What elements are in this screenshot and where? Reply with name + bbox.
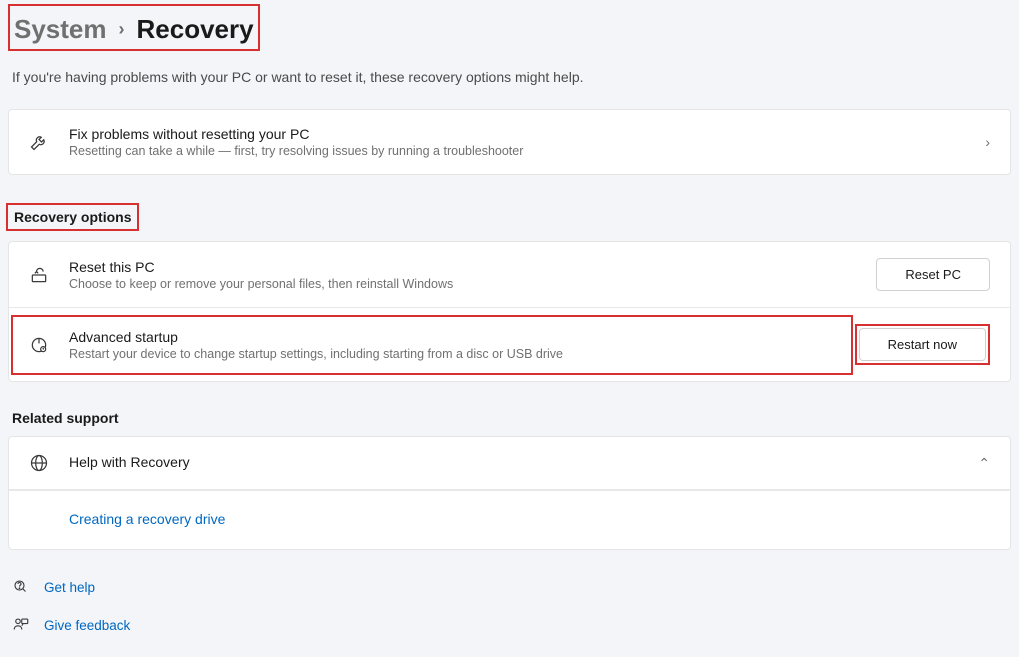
page-description: If you're having problems with your PC o…: [12, 69, 1007, 85]
help-recovery-row[interactable]: Help with Recovery ⌃: [9, 437, 1010, 490]
reset-pc-sub: Choose to keep or remove your personal f…: [69, 277, 856, 291]
feedback-icon: [12, 616, 30, 634]
globe-icon: [29, 453, 49, 473]
get-help-row: Get help: [8, 568, 1011, 606]
creating-recovery-drive-link[interactable]: Creating a recovery drive: [69, 511, 225, 527]
chevron-right-icon: ›: [119, 19, 125, 40]
help-recovery-title: Help with Recovery: [69, 454, 958, 470]
advanced-startup-sub: Restart your device to change startup se…: [69, 347, 835, 361]
help-icon: [12, 578, 30, 596]
related-support-header: Related support: [12, 410, 1007, 426]
give-feedback-link[interactable]: Give feedback: [44, 618, 130, 633]
troubleshooter-card[interactable]: Fix problems without resetting your PC R…: [8, 109, 1011, 175]
help-recovery-body: Creating a recovery drive: [9, 490, 1010, 549]
give-feedback-row: Give feedback: [8, 606, 1011, 644]
chevron-right-icon: ›: [985, 134, 990, 150]
troubleshooter-sub: Resetting can take a while — first, try …: [69, 144, 965, 158]
help-recovery-group: Help with Recovery ⌃ Creating a recovery…: [8, 436, 1011, 550]
reset-icon: [29, 265, 49, 285]
recovery-options-header: Recovery options: [6, 203, 139, 231]
advanced-startup-highlight: Advanced startup Restart your device to …: [11, 315, 853, 375]
reset-pc-row: Reset this PC Choose to keep or remove y…: [9, 242, 1010, 308]
troubleshooter-title: Fix problems without resetting your PC: [69, 126, 965, 142]
reset-pc-button[interactable]: Reset PC: [876, 258, 990, 291]
breadcrumb-current: Recovery: [137, 14, 254, 45]
wrench-icon: [29, 132, 49, 152]
power-settings-icon: [29, 335, 49, 355]
breadcrumb: System › Recovery: [8, 4, 260, 51]
advanced-startup-row: Advanced startup Restart your device to …: [9, 308, 1010, 381]
breadcrumb-parent[interactable]: System: [14, 14, 107, 45]
recovery-options-group: Reset this PC Choose to keep or remove y…: [8, 241, 1011, 382]
advanced-startup-title: Advanced startup: [69, 329, 835, 345]
reset-pc-title: Reset this PC: [69, 259, 856, 275]
restart-now-button[interactable]: Restart now: [859, 328, 986, 361]
chevron-up-icon: ⌃: [978, 455, 990, 472]
restart-now-highlight: Restart now: [855, 324, 990, 365]
get-help-link[interactable]: Get help: [44, 580, 95, 595]
